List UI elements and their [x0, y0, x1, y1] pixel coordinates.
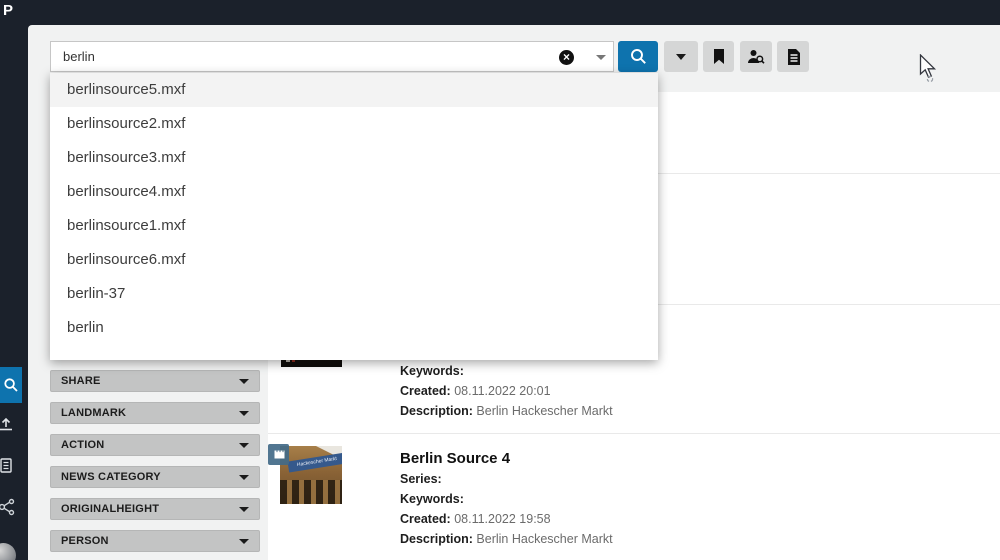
- input-history-chevron-icon[interactable]: [596, 55, 606, 60]
- station-sign: Hackescher Markt: [287, 453, 342, 473]
- film-icon: [273, 449, 285, 460]
- result-row[interactable]: Berlin Source 4 Series: Keywords: Create…: [400, 449, 960, 549]
- facet-label: SHARE: [61, 375, 101, 387]
- result-divider: [268, 433, 1000, 434]
- rail-item-journal[interactable]: [0, 456, 28, 486]
- result-keywords: Keywords:: [400, 361, 960, 381]
- facet-panel-action[interactable]: ACTION: [50, 434, 260, 456]
- chevron-down-icon: [239, 539, 249, 544]
- search-input-wrap: ×: [50, 41, 614, 72]
- result-thumbnail[interactable]: Hackescher Markt: [280, 446, 342, 504]
- bookmark-button[interactable]: [703, 41, 734, 72]
- app-header: P: [0, 0, 1000, 25]
- rail-item-search-active[interactable]: [0, 367, 22, 403]
- thumbnail-detail: [280, 480, 342, 504]
- app-logo: P: [3, 2, 13, 19]
- sphere-logo[interactable]: [0, 543, 16, 560]
- suggestion-item[interactable]: berlin: [50, 311, 658, 345]
- search-icon: [3, 377, 19, 393]
- suggestion-item[interactable]: berlinsource2.mxf: [50, 107, 658, 141]
- rail-item-upload[interactable]: [0, 415, 28, 445]
- facet-label: PERSON: [61, 535, 109, 547]
- result-keywords: Keywords:: [400, 489, 960, 509]
- facet-label: NEWS CATEGORY: [61, 471, 161, 483]
- media-type-badge: [268, 444, 289, 465]
- document-button[interactable]: [777, 41, 809, 72]
- result-series: Series:: [400, 469, 960, 489]
- suggestion-item[interactable]: berlinsource6.mxf: [50, 243, 658, 277]
- result-created: Created: 08.11.2022 19:58: [400, 509, 960, 529]
- chevron-down-icon: [239, 411, 249, 416]
- facet-label: ACTION: [61, 439, 104, 451]
- upload-icon: [0, 415, 15, 433]
- bookmark-icon: [712, 48, 726, 65]
- suggestion-item[interactable]: berlinsource1.mxf: [50, 209, 658, 243]
- journal-icon: [0, 456, 15, 474]
- result-description: Description: Berlin Hackescher Markt: [400, 401, 960, 421]
- suggestion-item[interactable]: berlin-37: [50, 277, 658, 311]
- chevron-down-icon: [239, 475, 249, 480]
- facet-label: ORIGINALHEIGHT: [61, 503, 159, 515]
- facet-panel-share[interactable]: SHARE: [50, 370, 260, 392]
- clear-search-icon[interactable]: ×: [559, 50, 574, 65]
- workflow-icon: [0, 497, 17, 517]
- search-options-button[interactable]: [664, 41, 698, 72]
- user-search-button[interactable]: [740, 41, 772, 72]
- facet-panel-person[interactable]: PERSON: [50, 530, 260, 552]
- search-icon: [629, 47, 648, 66]
- suggestion-item[interactable]: berlinsource5.mxf: [50, 73, 658, 107]
- search-button[interactable]: [618, 41, 658, 72]
- facet-label: LANDMARK: [61, 407, 126, 419]
- facet-panel-originalheight[interactable]: ORIGINALHEIGHT: [50, 498, 260, 520]
- suggestion-item[interactable]: berlinsource4.mxf: [50, 175, 658, 209]
- chevron-down-icon: [676, 54, 686, 60]
- facet-panel-landmark[interactable]: LANDMARK: [50, 402, 260, 424]
- left-nav-rail: [0, 25, 28, 560]
- search-input[interactable]: [51, 42, 613, 71]
- result-created: Created: 08.11.2022 20:01: [400, 381, 960, 401]
- user-search-icon: [747, 48, 765, 65]
- rail-item-workflow[interactable]: [0, 497, 28, 527]
- suggestion-item[interactable]: berlinsource3.mxf: [50, 141, 658, 175]
- chevron-down-icon: [239, 507, 249, 512]
- facet-panel-news-category[interactable]: NEWS CATEGORY: [50, 466, 260, 488]
- chevron-down-icon: [239, 379, 249, 384]
- chevron-down-icon: [239, 443, 249, 448]
- result-title[interactable]: Berlin Source 4: [400, 449, 960, 469]
- document-icon: [786, 48, 801, 66]
- result-description: Description: Berlin Hackescher Markt: [400, 529, 960, 549]
- search-suggestions-dropdown: berlinsource5.mxf berlinsource2.mxf berl…: [50, 73, 658, 360]
